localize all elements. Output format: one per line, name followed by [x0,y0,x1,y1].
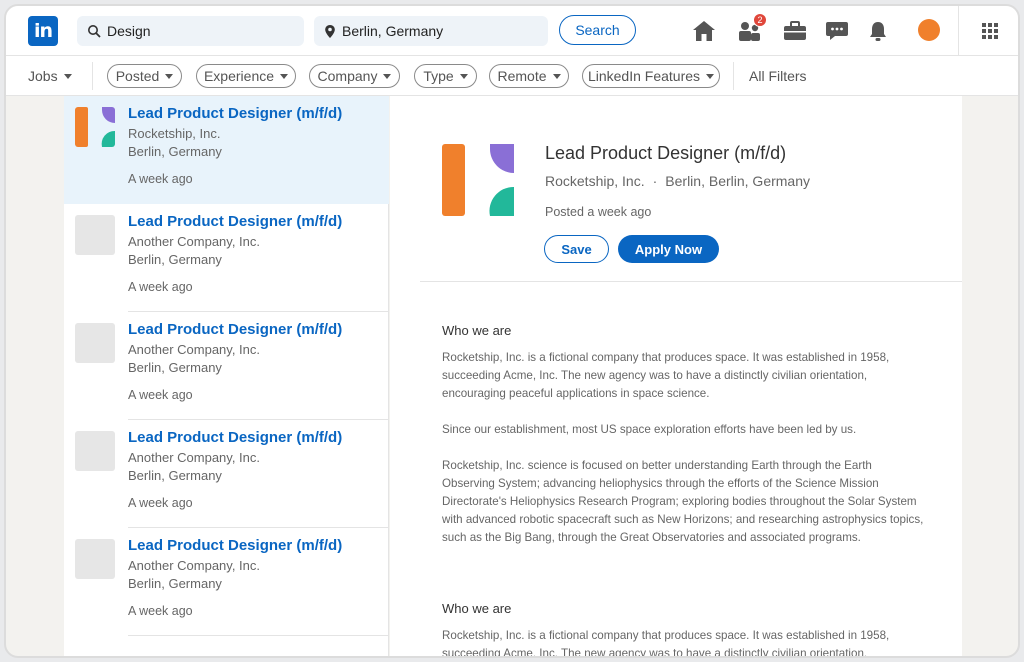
nav-divider [958,6,959,56]
job-list-item[interactable]: Lead Product Designer (m/f/d) Another Co… [64,204,389,312]
filter-posted[interactable]: Posted [107,64,182,88]
filter-label: Experience [203,68,275,84]
filter-label: Company [317,68,378,84]
job-title-link[interactable]: Lead Product Designer (m/f/d) [128,429,342,446]
job-location: Berlin, Germany [128,144,222,159]
location-search-input[interactable]: Berlin, Germany [314,16,548,46]
section-heading: Who we are [442,601,512,616]
job-list-item[interactable]: Lead Product Designer (m/f/d) Another Co… [64,528,389,636]
profile-avatar[interactable] [918,19,940,41]
job-detail-title: Lead Product Designer (m/f/d) [545,143,787,163]
location-search-value: Berlin, Germany [342,23,444,39]
apps-grid-icon[interactable] [977,18,1003,44]
messaging-icon[interactable] [824,18,850,44]
notification-badge: 2 [753,13,767,27]
jobs-briefcase-icon[interactable] [782,18,808,44]
job-location: Berlin, Germany [128,360,222,375]
filter-company[interactable]: Company [309,64,400,88]
chevron-down-icon [63,73,72,79]
job-posted-time: A week ago [128,172,193,186]
filter-type[interactable]: Type [414,64,477,88]
job-company: Another Company, Inc. [128,234,260,249]
job-company: Another Company, Inc. [128,342,260,357]
filter-divider [733,62,734,90]
job-list-item-selected[interactable]: Lead Product Designer (m/f/d) Rocketship… [64,96,389,204]
separator-dot: · [652,173,658,189]
description-paragraph: Rocketship, Inc. science is focused on b… [442,459,924,544]
rocketship-company-logo [75,107,115,147]
save-button[interactable]: Save [544,235,609,263]
company-logo-placeholder [75,323,115,363]
browser-frame: in Design Berlin, Germany Search 2 Jobs … [4,4,1020,658]
search-icon [88,25,101,38]
description-paragraph: Rocketship, Inc. is a fictional company … [442,629,890,658]
job-detail-subtitle: Rocketship, Inc. · Berlin, Berlin, Germa… [545,173,810,189]
chevron-down-icon [280,73,289,79]
description-paragraph: Since our establishment, most US space e… [442,423,857,436]
company-logo-placeholder [75,539,115,579]
description-paragraph: Rocketship, Inc. is a fictional company … [442,351,890,400]
company-logo-placeholder [75,431,115,471]
company-logo-placeholder [75,215,115,255]
all-filters-button[interactable]: All Filters [749,68,807,84]
notifications-bell-icon[interactable] [865,18,891,44]
section-heading: Who we are [442,323,512,338]
filter-remote[interactable]: Remote [489,64,569,88]
job-posted-time: A week ago [128,388,193,402]
job-list-item[interactable]: Lead Product Designer (m/f/d) Another Co… [64,312,389,420]
chevron-down-icon [706,73,715,79]
filter-linkedin-features[interactable]: LinkedIn Features [582,64,720,88]
job-company: Another Company, Inc. [128,558,260,573]
job-detail-location: Berlin, Berlin, Germany [665,173,810,189]
keyword-search-input[interactable]: Design [77,16,304,46]
filter-experience[interactable]: Experience [196,64,296,88]
job-location: Berlin, Germany [128,252,222,267]
jobs-dropdown-label: Jobs [28,68,58,84]
chevron-down-icon [165,73,174,79]
home-icon[interactable] [691,18,717,44]
job-list: Lead Product Designer (m/f/d) Rocketship… [64,96,389,656]
job-detail-posted: Posted a week ago [545,205,652,219]
list-divider [128,635,389,636]
keyword-search-value: Design [107,23,151,39]
filter-divider [92,62,93,90]
rocketship-company-logo [442,144,514,216]
linkedin-logo[interactable]: in [28,16,58,46]
job-detail-company[interactable]: Rocketship, Inc. [545,173,645,189]
job-posted-time: A week ago [128,604,193,618]
job-detail-panel: Lead Product Designer (m/f/d) Rocketship… [390,96,962,658]
detail-divider [420,281,962,282]
my-network-icon[interactable]: 2 [737,13,767,44]
apply-now-button[interactable]: Apply Now [618,235,719,263]
job-posted-time: A week ago [128,280,193,294]
job-location: Berlin, Germany [128,468,222,483]
filter-label: Type [423,68,454,84]
job-company: Another Company, Inc. [128,450,260,465]
job-title-link[interactable]: Lead Product Designer (m/f/d) [128,321,342,338]
chevron-down-icon [459,73,468,79]
jobs-dropdown[interactable]: Jobs [28,68,72,84]
job-title-link[interactable]: Lead Product Designer (m/f/d) [128,105,342,122]
top-navigation: in Design Berlin, Germany Search 2 [6,6,1018,56]
job-posted-time: A week ago [128,496,193,510]
search-button[interactable]: Search [559,15,636,45]
filter-label: LinkedIn Features [587,68,701,84]
location-pin-icon [325,24,335,38]
job-company: Rocketship, Inc. [128,126,221,141]
chevron-down-icon [552,73,561,79]
job-title-link[interactable]: Lead Product Designer (m/f/d) [128,213,342,230]
job-list-item[interactable]: Lead Product Designer (m/f/d) Another Co… [64,420,389,528]
filter-bar: Jobs Posted Experience Company Type Remo… [6,56,1018,96]
job-location: Berlin, Germany [128,576,222,591]
filter-label: Remote [497,68,547,84]
chevron-down-icon [383,73,392,79]
job-title-link[interactable]: Lead Product Designer (m/f/d) [128,537,342,554]
filter-label: Posted [115,68,160,84]
